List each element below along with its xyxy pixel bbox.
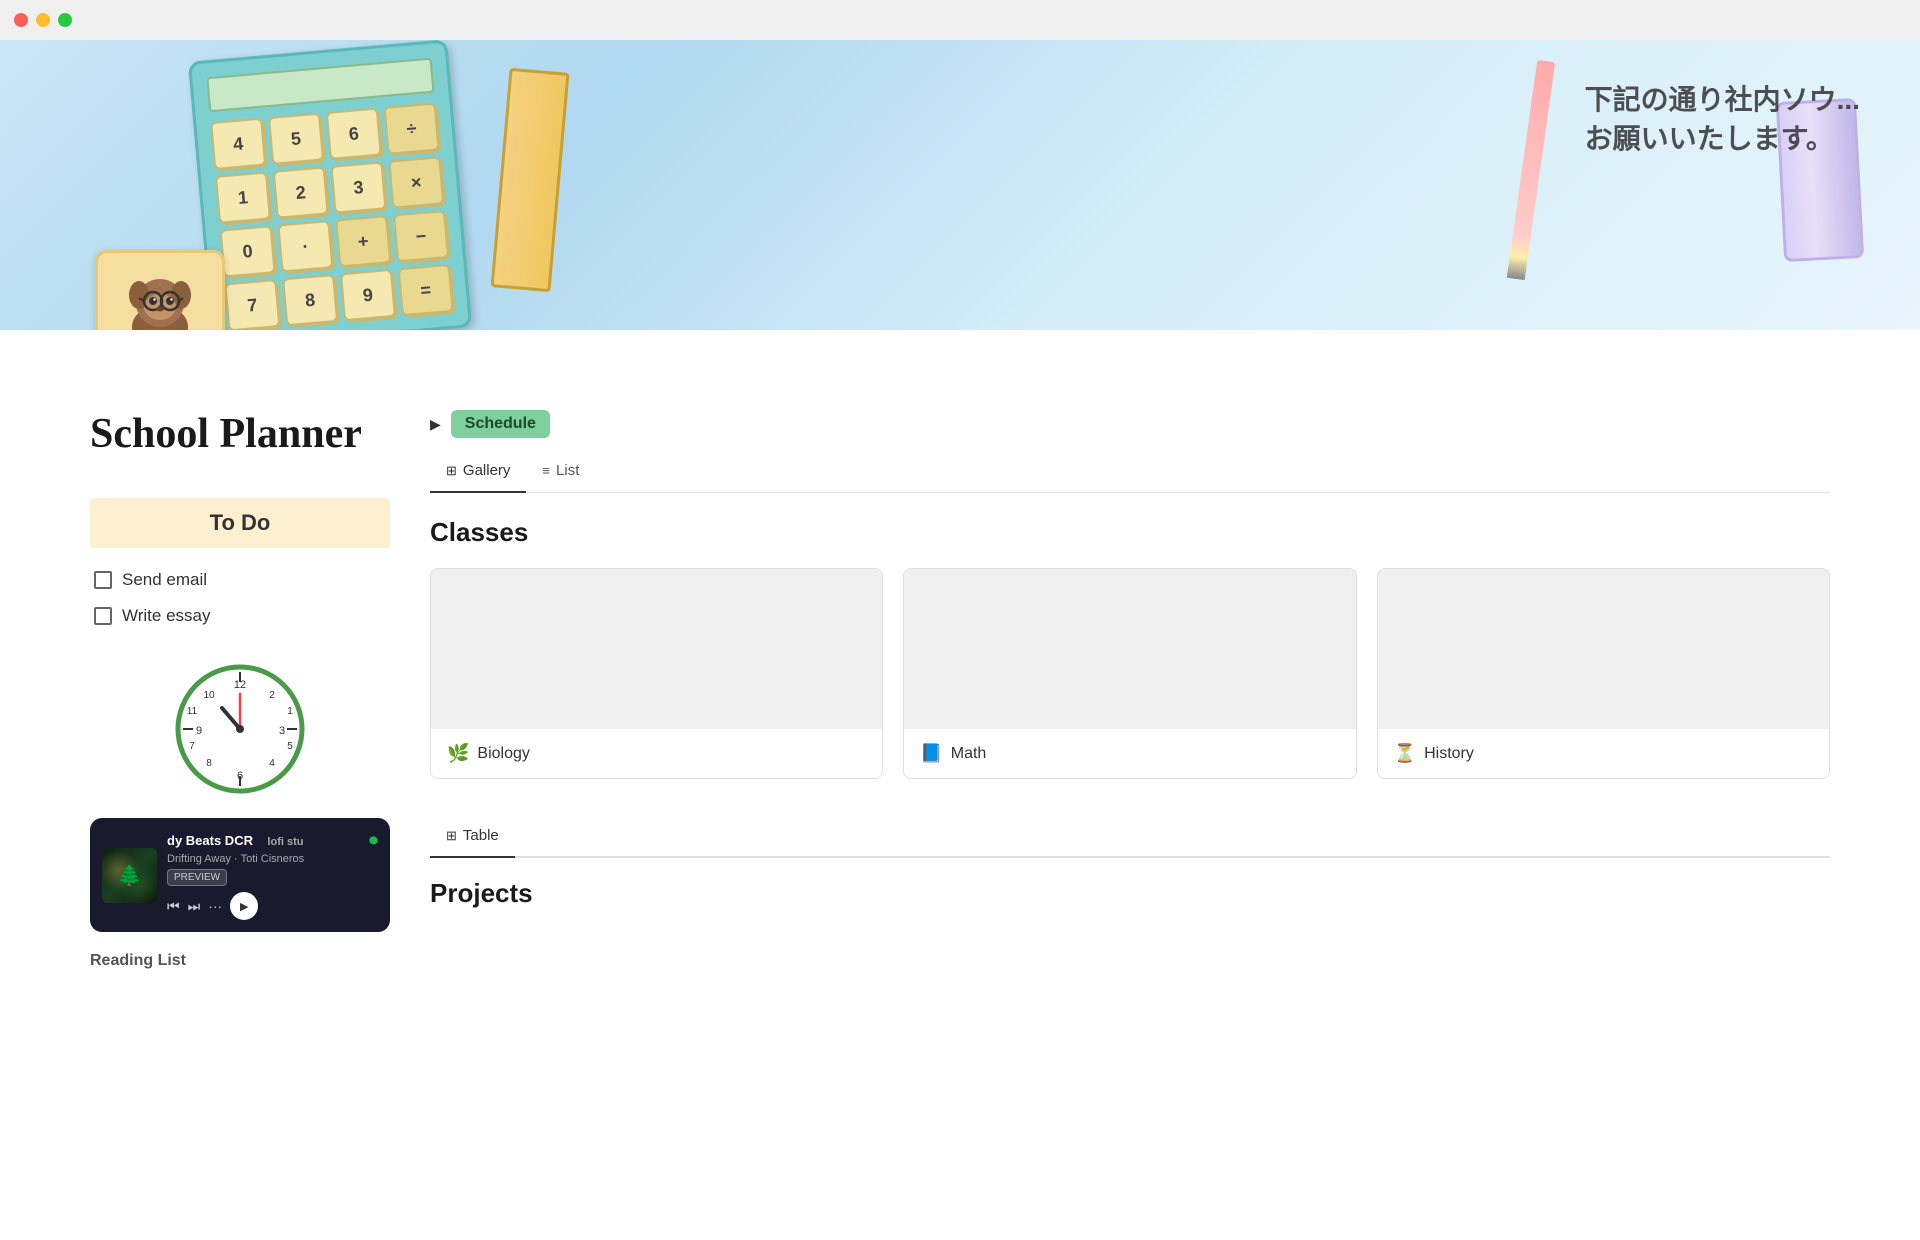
minimize-button[interactable] — [36, 13, 50, 27]
avatar — [95, 250, 225, 330]
projects-section-title: Projects — [430, 878, 1830, 909]
titlebar — [0, 0, 1920, 40]
svg-text:12: 12 — [234, 679, 246, 691]
svg-text:4: 4 — [269, 758, 275, 769]
svg-text:2: 2 — [269, 690, 275, 701]
todo-label-write-essay: Write essay — [122, 606, 211, 626]
class-card-math[interactable]: 📘 Math — [903, 568, 1356, 779]
spotify-icon: ⏺ — [369, 830, 378, 851]
math-icon: 📘 — [920, 743, 942, 764]
next-button[interactable]: ⏭ — [188, 898, 201, 915]
tab-gallery[interactable]: ⊞ Gallery — [430, 454, 526, 493]
list-icon: ≡ — [542, 463, 550, 478]
pencil-decoration — [1507, 60, 1555, 280]
prev-button[interactable]: ⏮ — [167, 898, 180, 915]
music-info: dy Beats DCR lofi stu ⏺ Drifting Away · … — [167, 830, 378, 920]
page-title: School Planner — [90, 410, 390, 458]
todo-header: To Do — [90, 498, 390, 548]
avatar-emoji — [115, 265, 205, 331]
class-cards: 🌿 Biology 📘 Math ⏳ — [430, 568, 1830, 779]
tab-table-label: Table — [463, 827, 499, 844]
class-label-biology: Biology — [477, 745, 529, 763]
class-label-math: Math — [951, 745, 987, 763]
notebook-decoration — [491, 68, 570, 292]
history-icon: ⏳ — [1394, 743, 1416, 764]
svg-text:3: 3 — [279, 725, 285, 737]
class-card-biology[interactable]: 🌿 Biology — [430, 568, 883, 779]
gallery-icon: ⊞ — [446, 463, 457, 479]
tab-list[interactable]: ≡ List — [526, 454, 595, 493]
music-album-art: 🌲 — [102, 848, 157, 903]
svg-text:9: 9 — [196, 725, 202, 737]
todo-checkbox-write-essay[interactable] — [94, 607, 112, 625]
reading-list-label: Reading List — [90, 952, 390, 970]
tab-gallery-label: Gallery — [463, 462, 511, 479]
music-track: Drifting Away · Toti Cisneros — [167, 853, 378, 865]
biology-icon: 🌿 — [447, 743, 469, 764]
class-card-image-history — [1378, 569, 1829, 729]
todo-section: To Do Send email Write essay — [90, 498, 390, 634]
schedule-toggle-button[interactable]: ▶ — [430, 416, 441, 433]
tab-table[interactable]: ⊞ Table — [430, 819, 515, 858]
class-label-history: History — [1424, 745, 1474, 763]
class-card-footer-math: 📘 Math — [904, 729, 1355, 778]
music-preview-badge: PREVIEW — [167, 869, 227, 886]
svg-text:11: 11 — [187, 706, 198, 717]
classes-section-title: Classes — [430, 517, 1830, 548]
play-button[interactable]: ▶ — [230, 892, 258, 920]
page-body: School Planner To Do Send email Write es… — [0, 330, 1920, 1010]
music-player: 🌲 dy Beats DCR lofi stu ⏺ Drifting Away … — [90, 818, 390, 932]
svg-text:10: 10 — [203, 690, 215, 701]
banner-art: 4 5 6 ÷ 1 2 3 × 0 · + − 7 8 9 = — [188, 40, 472, 330]
table-icon: ⊞ — [446, 828, 457, 844]
class-card-image-math — [904, 569, 1355, 729]
schedule-section-header: ▶ Schedule — [430, 410, 1830, 438]
todo-item-write-essay[interactable]: Write essay — [90, 598, 390, 634]
todo-label-send-email: Send email — [122, 570, 207, 590]
page-content: 4 5 6 ÷ 1 2 3 × 0 · + − 7 8 9 = — [0, 40, 1920, 1010]
svg-text:8: 8 — [206, 758, 212, 769]
clock-container: 12 3 6 9 2 10 8 4 1 11 5 7 — [90, 664, 390, 794]
close-button[interactable] — [14, 13, 28, 27]
svg-text:5: 5 — [287, 741, 293, 752]
tab-list-label: List — [556, 462, 579, 479]
banner-jp-text: 下記の通り社内ソウ... お願いいたします。 — [1585, 80, 1860, 158]
view-tabs: ⊞ Gallery ≡ List — [430, 454, 1830, 493]
class-card-history[interactable]: ⏳ History — [1377, 568, 1830, 779]
class-card-footer-history: ⏳ History — [1378, 729, 1829, 778]
todo-item-send-email[interactable]: Send email — [90, 562, 390, 598]
svg-text:7: 7 — [189, 741, 195, 752]
sidebar: School Planner To Do Send email Write es… — [90, 410, 430, 970]
schedule-badge[interactable]: Schedule — [451, 410, 550, 438]
analog-clock: 12 3 6 9 2 10 8 4 1 11 5 7 — [175, 664, 305, 794]
table-tabs: ⊞ Table — [430, 819, 1830, 858]
main-content: ▶ Schedule ⊞ Gallery ≡ List Classes — [430, 410, 1830, 970]
class-card-footer-biology: 🌿 Biology — [431, 729, 882, 778]
banner: 4 5 6 ÷ 1 2 3 × 0 · + − 7 8 9 = — [0, 40, 1920, 330]
svg-text:1: 1 — [287, 706, 293, 717]
class-card-image-biology — [431, 569, 882, 729]
svg-text:6: 6 — [237, 770, 243, 782]
more-button[interactable]: ··· — [208, 898, 222, 914]
music-title: dy Beats DCR lofi stu — [167, 833, 303, 848]
music-controls: ⏮ ⏭ ··· ▶ — [167, 892, 378, 920]
maximize-button[interactable] — [58, 13, 72, 27]
todo-checkbox-send-email[interactable] — [94, 571, 112, 589]
